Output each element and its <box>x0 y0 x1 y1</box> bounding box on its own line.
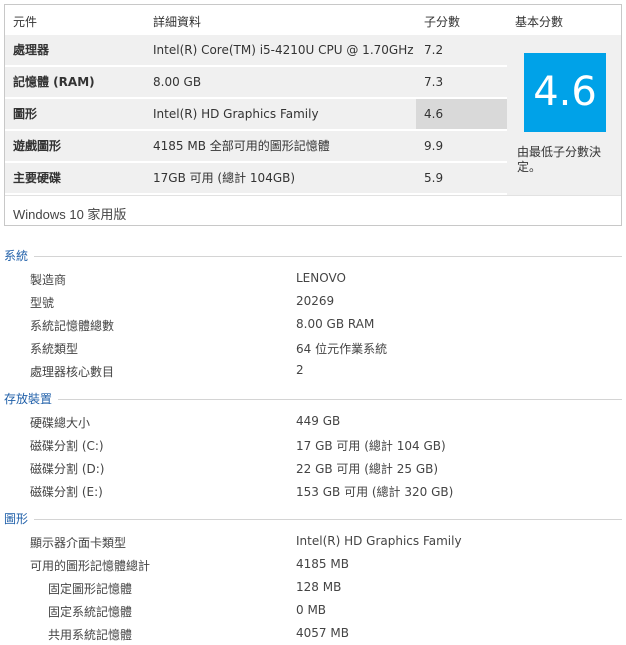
info-value: 8.00 GB RAM <box>296 317 375 331</box>
info-label: 固定圖形記憶體 <box>48 582 133 596</box>
info-row: 系統記憶體總數 8.00 GB RAM <box>30 314 626 336</box>
row-details: Intel(R) Core(TM) i5-4210U CPU @ 1.70GHz <box>153 43 414 57</box>
info-label: 硬碟總大小 <box>30 416 91 430</box>
info-value: LENOVO <box>296 271 346 285</box>
row-subscore: 7.3 <box>424 75 444 89</box>
info-value: 4057 MB <box>296 626 349 640</box>
section-title-graphics: 圖形 <box>4 512 29 526</box>
row-subscore-lowest: 4.6 <box>416 99 507 129</box>
row-component: 主要硬碟 <box>13 171 62 185</box>
info-label: 型號 <box>30 296 55 310</box>
header-subscore: 子分數 <box>424 15 461 29</box>
os-edition: Windows 10 家用版 <box>13 207 127 222</box>
info-value: 153 GB 可用 (總計 320 GB) <box>296 485 454 499</box>
info-value: 64 位元作業系統 <box>296 342 388 356</box>
info-label: 可用的圖形記憶體總計 <box>30 559 151 573</box>
info-value: 0 MB <box>296 603 327 617</box>
info-value: Intel(R) HD Graphics Family <box>296 534 462 548</box>
info-label: 磁碟分割 (D:) <box>30 462 105 476</box>
base-score-tile: 4.6 <box>524 53 606 132</box>
info-value: 449 GB <box>296 414 341 428</box>
row-component: 處理器 <box>13 43 50 57</box>
row-component: 遊戲圖形 <box>13 139 62 153</box>
section-title-storage: 存放裝置 <box>4 392 53 406</box>
info-value: 128 MB <box>296 580 342 594</box>
info-label: 系統記憶體總數 <box>30 319 115 333</box>
row-details: 4185 MB 全部可用的圖形記憶體 <box>153 139 330 153</box>
row-subscore: 7.2 <box>424 43 444 57</box>
info-label: 固定系統記憶體 <box>48 605 133 619</box>
score-table-header: 元件 詳細資料 子分數 基本分數 <box>5 5 621 35</box>
info-label: 磁碟分割 (C:) <box>30 439 104 453</box>
info-row: 系統類型 64 位元作業系統 <box>30 337 626 359</box>
info-value: 17 GB 可用 (總計 104 GB) <box>296 439 446 453</box>
base-score-panel: 4.6 由最低子分數決定。 <box>507 35 621 195</box>
section-divider <box>34 519 622 520</box>
row-details: 17GB 可用 (總計 104GB) <box>153 171 296 185</box>
info-row: 磁碟分割 (C:) 17 GB 可用 (總計 104 GB) <box>30 434 626 456</box>
info-row: 磁碟分割 (D:) 22 GB 可用 (總計 25 GB) <box>30 457 626 479</box>
row-subscore: 5.9 <box>424 171 444 185</box>
section-divider <box>34 256 622 257</box>
score-row-graphics: 圖形 Intel(R) HD Graphics Family 4.6 <box>5 99 507 129</box>
info-value: 22 GB 可用 (總計 25 GB) <box>296 462 439 476</box>
info-label: 顯示器介面卡類型 <box>30 536 127 550</box>
info-row: 磁碟分割 (E:) 153 GB 可用 (總計 320 GB) <box>30 480 626 502</box>
info-label: 系統類型 <box>30 342 79 356</box>
header-base-score: 基本分數 <box>515 15 564 29</box>
info-row: 處理器核心數目 2 <box>30 360 626 382</box>
info-row-sub: 共用系統記憶體 4057 MB <box>30 623 626 645</box>
header-details: 詳細資料 <box>153 15 202 29</box>
info-label: 製造商 <box>30 273 67 287</box>
row-subscore: 9.9 <box>424 139 444 153</box>
info-row: 型號 20269 <box>30 291 626 313</box>
info-row: 可用的圖形記憶體總計 4185 MB <box>30 554 626 576</box>
info-value: 20269 <box>296 294 335 308</box>
info-label: 共用系統記憶體 <box>48 628 133 642</box>
score-row-gaming-graphics: 遊戲圖形 4185 MB 全部可用的圖形記憶體 9.9 <box>5 131 507 161</box>
info-row-sub: 固定系統記憶體 0 MB <box>30 600 626 622</box>
info-value: 4185 MB <box>296 557 349 571</box>
info-label: 處理器核心數目 <box>30 365 115 379</box>
info-row-sub: 固定圖形記憶體 128 MB <box>30 577 626 599</box>
score-table: 元件 詳細資料 子分數 基本分數 處理器 Intel(R) Core(TM) i… <box>4 4 622 226</box>
info-row: 硬碟總大小 449 GB <box>30 411 626 433</box>
base-score-note: 由最低子分數決定。 <box>517 145 602 174</box>
row-details: Intel(R) HD Graphics Family <box>153 107 319 121</box>
score-row-processor: 處理器 Intel(R) Core(TM) i5-4210U CPU @ 1.7… <box>5 35 507 65</box>
score-row-memory: 記憶體 (RAM) 8.00 GB 7.3 <box>5 67 507 97</box>
info-value: 2 <box>296 363 304 377</box>
score-row-primary-disk: 主要硬碟 17GB 可用 (總計 104GB) 5.9 <box>5 163 507 193</box>
section-divider <box>58 399 622 400</box>
section-title-system: 系統 <box>4 249 29 263</box>
os-edition-row: Windows 10 家用版 <box>5 195 621 226</box>
info-label: 磁碟分割 (E:) <box>30 485 103 499</box>
info-row: 顯示器介面卡類型 Intel(R) HD Graphics Family <box>30 531 626 553</box>
row-details: 8.00 GB <box>153 75 202 89</box>
row-component: 記憶體 (RAM) <box>13 75 95 89</box>
info-row: 製造商 LENOVO <box>30 268 626 290</box>
row-component: 圖形 <box>13 107 38 121</box>
header-component: 元件 <box>13 15 38 29</box>
